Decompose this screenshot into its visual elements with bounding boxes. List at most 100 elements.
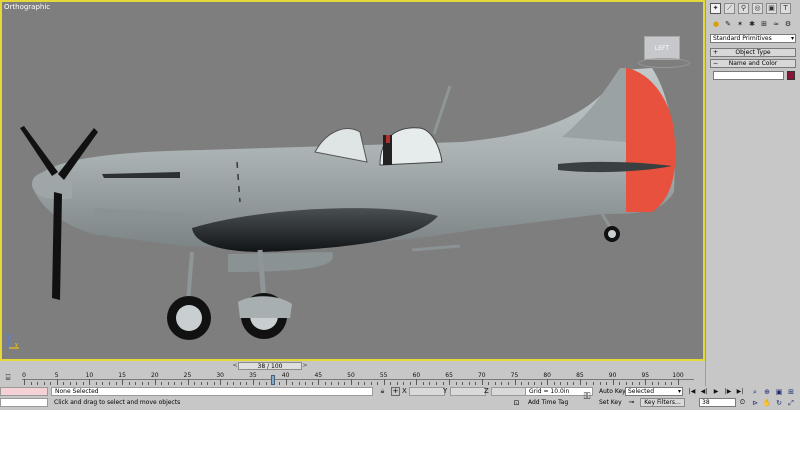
track-tick bbox=[226, 382, 228, 385]
selection-status: None Selected bbox=[51, 387, 373, 396]
primitives-dropdown[interactable]: Standard Primitives ▾ bbox=[710, 34, 796, 43]
track-tick bbox=[43, 382, 45, 385]
key-mode-toggle-icon[interactable]: ⊸ bbox=[627, 398, 636, 407]
object-type-rollout-label: Object Type bbox=[735, 49, 771, 56]
track-tick bbox=[481, 379, 483, 385]
track-tick bbox=[383, 379, 385, 385]
object-name-input[interactable] bbox=[713, 71, 784, 80]
prompt-line: Click and drag to select and move object… bbox=[54, 399, 181, 406]
x-coordinate-field[interactable] bbox=[409, 387, 445, 396]
zoom-extents-all-icon[interactable]: ⊞ bbox=[786, 387, 796, 397]
play-button[interactable]: ▶ bbox=[711, 387, 721, 396]
key-filters-button[interactable]: Key Filters... bbox=[640, 398, 685, 407]
next-frame-button[interactable]: |▶ bbox=[723, 387, 733, 396]
track-tick bbox=[89, 379, 91, 385]
perspective-viewport[interactable]: Orthographic LEFT z y bbox=[0, 0, 705, 361]
track-tick-label: 55 bbox=[379, 372, 388, 379]
track-tick bbox=[351, 379, 352, 385]
zoom-icon[interactable]: ⌕ bbox=[750, 387, 760, 397]
absolute-mode-icon[interactable]: + bbox=[391, 387, 400, 396]
track-tick bbox=[553, 382, 555, 385]
time-slider[interactable]: < 38 / 100 > bbox=[0, 361, 705, 371]
z-coordinate-field[interactable] bbox=[491, 387, 527, 396]
current-frame-field[interactable]: 38 bbox=[699, 398, 736, 407]
track-tick bbox=[436, 382, 438, 385]
hierarchy-tab-icon[interactable]: ⚲ bbox=[738, 3, 749, 14]
track-tick bbox=[292, 382, 294, 385]
track-tick-label: 80 bbox=[543, 372, 552, 379]
track-tick-label: 65 bbox=[445, 372, 453, 379]
track-tick bbox=[259, 382, 261, 385]
viewcube-compass[interactable] bbox=[638, 58, 690, 68]
track-tick bbox=[37, 382, 39, 385]
field-of-view-icon[interactable]: ⊳ bbox=[750, 398, 760, 408]
track-tick bbox=[573, 382, 575, 385]
selection-lock-icon[interactable]: 🔒︎ bbox=[378, 387, 387, 396]
track-tick bbox=[462, 382, 464, 385]
airplane-model[interactable] bbox=[2, 2, 703, 359]
track-tick bbox=[148, 382, 150, 385]
previous-frame-button[interactable]: ◀| bbox=[699, 387, 709, 396]
track-tick bbox=[279, 382, 281, 385]
object-type-rollout[interactable]: + Object Type bbox=[710, 48, 796, 57]
current-frame-marker[interactable] bbox=[270, 375, 275, 385]
zoom-extents-icon[interactable]: ▣ bbox=[774, 387, 784, 397]
track-tick bbox=[357, 382, 359, 385]
status-bar: None Selected Click and drag to select a… bbox=[0, 386, 800, 410]
track-tick bbox=[298, 382, 300, 385]
geometry-icon[interactable]: ● bbox=[711, 19, 721, 29]
helpers-icon[interactable]: ⊞ bbox=[759, 19, 769, 29]
track-tick bbox=[409, 382, 411, 385]
track-tick bbox=[540, 382, 542, 385]
rollout-toggle-icon: − bbox=[713, 60, 719, 67]
zoom-all-icon[interactable]: ⊕ bbox=[762, 387, 772, 397]
object-color-swatch[interactable] bbox=[787, 71, 795, 80]
track-tick bbox=[547, 379, 549, 385]
track-tick-label: 10 bbox=[85, 372, 94, 379]
time-slider-thumb[interactable]: 38 / 100 bbox=[238, 362, 302, 370]
maximize-viewport-icon[interactable]: ⤢ bbox=[786, 398, 796, 408]
display-tab-icon[interactable]: ▣ bbox=[766, 3, 777, 14]
pan-icon[interactable]: ✋ bbox=[762, 398, 772, 408]
go-to-start-button[interactable]: |◀ bbox=[687, 387, 697, 396]
set-key-icon[interactable]: ⚿ bbox=[580, 392, 594, 402]
track-bar[interactable]: ⌸ 0 5 10 15 20 25 30 35 40 45 50 55 60 65 70 75 80 85 90 95… bbox=[0, 371, 705, 386]
maxscript-listener-output[interactable] bbox=[0, 398, 48, 407]
time-slider-next-button[interactable]: > bbox=[302, 362, 308, 370]
track-tick bbox=[442, 382, 444, 385]
track-tick-label: 30 bbox=[216, 372, 225, 379]
name-color-rollout[interactable]: − Name and Color bbox=[710, 59, 796, 68]
orbit-icon[interactable]: ↻ bbox=[774, 398, 784, 408]
lights-icon[interactable]: ✶ bbox=[735, 19, 745, 29]
time-configuration-icon[interactable]: ⏲︎ bbox=[738, 398, 747, 407]
z-label: Z bbox=[484, 387, 489, 395]
track-tick bbox=[122, 379, 124, 385]
track-tick bbox=[187, 379, 189, 385]
cameras-icon[interactable]: ✱ bbox=[747, 19, 757, 29]
track-tick bbox=[514, 379, 516, 385]
name-color-rollout-label: Name and Color bbox=[728, 60, 778, 67]
track-tick bbox=[494, 382, 496, 385]
utilities-tab-icon[interactable]: T bbox=[780, 3, 791, 14]
viewcube[interactable]: LEFT bbox=[644, 36, 680, 60]
go-to-end-button[interactable]: ▶| bbox=[735, 387, 745, 396]
create-tab-icon[interactable]: ✦ bbox=[710, 3, 721, 14]
track-tick bbox=[377, 382, 379, 385]
set-key-button[interactable]: Set Key bbox=[599, 398, 622, 407]
track-tick bbox=[30, 382, 32, 385]
auto-key-button[interactable]: Auto Key bbox=[599, 387, 626, 396]
modify-tab-icon[interactable]: ⟋ bbox=[724, 3, 735, 14]
track-tick-label: 15 bbox=[118, 372, 126, 379]
track-tick bbox=[449, 379, 451, 385]
space-warps-icon[interactable]: ≈ bbox=[771, 19, 781, 29]
y-coordinate-field[interactable] bbox=[450, 387, 486, 396]
systems-icon[interactable]: ⚙ bbox=[783, 19, 793, 29]
x-label: X bbox=[402, 387, 407, 395]
maxscript-listener-macro[interactable] bbox=[0, 387, 48, 396]
time-tag-icon[interactable]: ⊡ bbox=[512, 399, 521, 408]
motion-tab-icon[interactable]: ◎ bbox=[752, 3, 763, 14]
svg-text:y: y bbox=[15, 342, 18, 348]
key-mode-dropdown[interactable]: Selected ▾ bbox=[625, 387, 683, 396]
track-ticks: 0 5 10 15 20 25 30 35 40 45 50 55 60 65 70 75 80 85 90 95 10… bbox=[0, 371, 705, 386]
shapes-icon[interactable]: ✎ bbox=[723, 19, 733, 29]
